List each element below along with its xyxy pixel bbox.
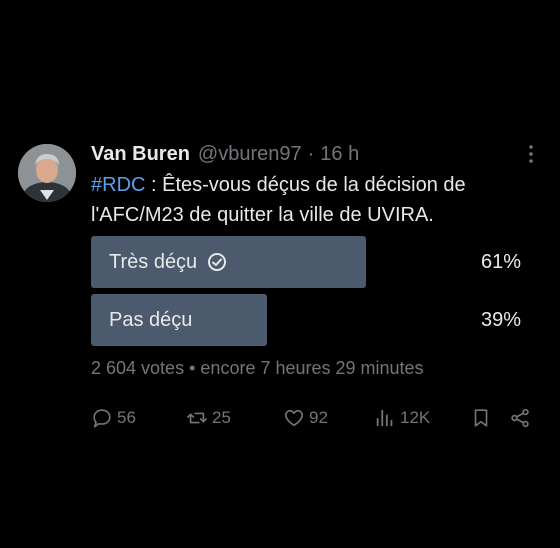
reply-count: 56 [117, 408, 136, 427]
repost-icon [187, 412, 207, 424]
views-count: 12K [400, 408, 431, 427]
poll-meta: 2 604 votes • encore 7 heures 29 minutes [91, 358, 424, 379]
views-icon [376, 409, 393, 427]
post-header: Van Buren @vburen97 · 16 h [91, 142, 359, 166]
header-separator: · [307, 142, 315, 165]
poll-option-percent: 61% [480, 250, 521, 273]
more-vertical-icon[interactable] [524, 144, 538, 164]
check-circle-icon [207, 252, 227, 272]
like-count: 92 [309, 408, 328, 427]
poll-option[interactable]: Très déçu 61% [91, 236, 531, 288]
post-body: : Êtes-vous déçus de la décision de l'AF… [91, 174, 466, 226]
poll-meta-separator: • [189, 358, 196, 378]
post-time[interactable]: 16 h [320, 143, 359, 166]
poll-votes: 2 604 votes [91, 358, 185, 378]
bookmark-icon [474, 409, 488, 427]
repost-button[interactable]: 25 [186, 404, 231, 432]
heart-icon [284, 410, 304, 427]
reply-icon [93, 409, 111, 428]
poll-option-label: Très déçu [109, 250, 198, 273]
poll-option-percent: 39% [480, 308, 521, 331]
author-handle[interactable]: @vburen97 [198, 143, 302, 166]
reply-button[interactable]: 56 [91, 404, 136, 432]
like-button[interactable]: 92 [283, 404, 328, 432]
bookmark-button[interactable] [470, 404, 496, 432]
repost-count: 25 [212, 408, 231, 427]
author-name[interactable]: Van Buren [91, 143, 190, 166]
poll-option-label: Pas déçu [109, 308, 193, 331]
poll-option[interactable]: Pas déçu 39% [91, 294, 531, 346]
hashtag-link[interactable]: #RDC [91, 174, 145, 196]
share-icon [511, 408, 529, 428]
post-text: #RDC : Êtes-vous déçus de la décision de… [91, 170, 531, 230]
avatar-image [18, 144, 76, 202]
avatar[interactable] [18, 144, 76, 202]
poll-remaining: encore 7 heures 29 minutes [200, 358, 424, 378]
views-button[interactable]: 12K [374, 404, 430, 432]
share-button[interactable] [509, 404, 535, 432]
